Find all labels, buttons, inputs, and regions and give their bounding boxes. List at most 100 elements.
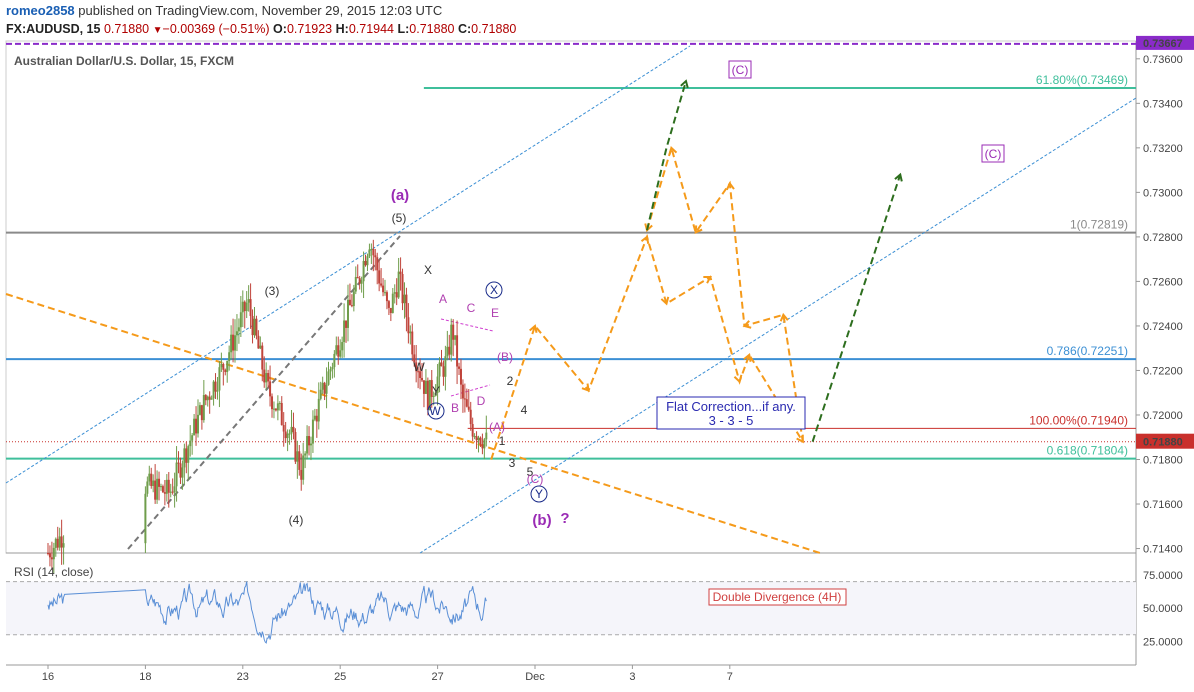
candle-body bbox=[442, 366, 445, 377]
candle-body bbox=[313, 415, 316, 420]
wave-label: (a) bbox=[391, 187, 409, 204]
candle-body bbox=[204, 395, 207, 401]
candle-body bbox=[58, 536, 61, 548]
candle-body bbox=[177, 462, 180, 464]
wave-label: X bbox=[490, 283, 498, 297]
candle-body bbox=[329, 369, 332, 372]
candle-body bbox=[444, 356, 447, 377]
wave-label: D bbox=[477, 394, 486, 408]
candle-body bbox=[173, 486, 176, 493]
candle-body bbox=[171, 491, 174, 493]
candle-body bbox=[146, 481, 149, 494]
candle-body bbox=[165, 479, 168, 494]
candle-body bbox=[352, 291, 355, 307]
candle-body bbox=[193, 418, 196, 436]
candle-body bbox=[366, 256, 369, 266]
candle-body bbox=[230, 334, 233, 353]
candle-body bbox=[62, 543, 65, 548]
candle-body bbox=[284, 431, 287, 439]
wave-label: W bbox=[429, 404, 441, 418]
candle-body bbox=[198, 405, 201, 415]
candle-body bbox=[407, 317, 410, 334]
candle-body bbox=[384, 292, 387, 294]
candle-body bbox=[339, 350, 342, 357]
wave-label: (B) bbox=[497, 350, 513, 364]
price-tick-label: 0.72400 bbox=[1143, 321, 1183, 333]
candle-body bbox=[376, 257, 379, 271]
candle-body bbox=[232, 334, 235, 351]
wave-label: 4 bbox=[521, 403, 528, 417]
candle-body bbox=[294, 432, 297, 462]
candle-body bbox=[206, 396, 209, 401]
candle-body bbox=[421, 377, 424, 381]
candle-body bbox=[370, 249, 373, 251]
wave-label: (5) bbox=[392, 211, 407, 225]
candle-body bbox=[158, 478, 161, 487]
candle-body bbox=[315, 415, 318, 422]
candle-body bbox=[235, 331, 238, 336]
candle-body bbox=[226, 361, 229, 373]
candle-body bbox=[296, 451, 299, 462]
candle-body bbox=[397, 271, 400, 298]
candle-body bbox=[461, 384, 464, 399]
level-label: 1(0.72819) bbox=[1070, 218, 1128, 232]
price-chart[interactable]: 61.80%(0.73469) 1(0.72819) 0.786(0.72251) 1… bbox=[0, 0, 1194, 692]
candle-body bbox=[481, 444, 484, 449]
candle-body bbox=[475, 436, 478, 441]
candle-body bbox=[54, 538, 57, 548]
candle-body bbox=[212, 381, 215, 399]
candle-body bbox=[341, 342, 344, 351]
candle-body bbox=[189, 440, 192, 447]
candle-body bbox=[372, 249, 375, 256]
candle-body bbox=[395, 292, 398, 298]
date-tick-label: 27 bbox=[431, 671, 443, 683]
candle-body bbox=[331, 367, 334, 370]
candle-body bbox=[298, 451, 301, 470]
wave-label: Y bbox=[432, 384, 440, 398]
candle-body bbox=[290, 426, 293, 434]
date-tick-label: 23 bbox=[237, 671, 249, 683]
wave-label: (C) bbox=[985, 147, 1002, 161]
candle-body bbox=[385, 292, 388, 302]
date-tick-label: 3 bbox=[629, 671, 635, 683]
candle-body bbox=[401, 274, 404, 304]
candle-body bbox=[405, 294, 408, 318]
candle-body bbox=[187, 446, 190, 463]
candle-body bbox=[202, 395, 205, 421]
candle-body bbox=[239, 312, 242, 328]
candle-body bbox=[440, 362, 443, 367]
candle-body bbox=[382, 285, 385, 293]
candle-body bbox=[269, 381, 272, 397]
wave-label: Y bbox=[535, 487, 543, 501]
candle-body bbox=[255, 318, 258, 336]
candle-body bbox=[454, 335, 457, 340]
candle-body bbox=[154, 480, 157, 500]
candle-body bbox=[471, 424, 474, 437]
candle-body bbox=[479, 437, 482, 445]
candle-body bbox=[422, 380, 425, 394]
price-tick-label: 0.72800 bbox=[1143, 232, 1183, 244]
price-tick-label: 0.73400 bbox=[1143, 98, 1183, 110]
candle-body bbox=[485, 432, 488, 440]
candle-body bbox=[50, 557, 53, 560]
candle-body bbox=[458, 366, 461, 369]
candle-body bbox=[446, 346, 449, 357]
candle-body bbox=[308, 436, 311, 446]
wave-label: (C) bbox=[732, 63, 749, 77]
rsi-tick-label: 50.0000 bbox=[1143, 603, 1183, 615]
candle-body bbox=[483, 439, 486, 449]
price-tick-label: 0.71600 bbox=[1143, 499, 1183, 511]
candle-body bbox=[467, 406, 470, 410]
candle-body bbox=[356, 276, 359, 279]
candle-body bbox=[403, 294, 406, 304]
candle-body bbox=[243, 301, 246, 312]
candle-body bbox=[167, 479, 170, 493]
candle-body bbox=[465, 399, 468, 407]
candle-body bbox=[321, 382, 324, 390]
candle-body bbox=[380, 283, 383, 286]
candle-body bbox=[387, 301, 390, 308]
candle-body bbox=[389, 307, 392, 314]
candle-body bbox=[216, 390, 219, 392]
candle-body bbox=[163, 492, 166, 494]
candle-body bbox=[304, 453, 307, 456]
